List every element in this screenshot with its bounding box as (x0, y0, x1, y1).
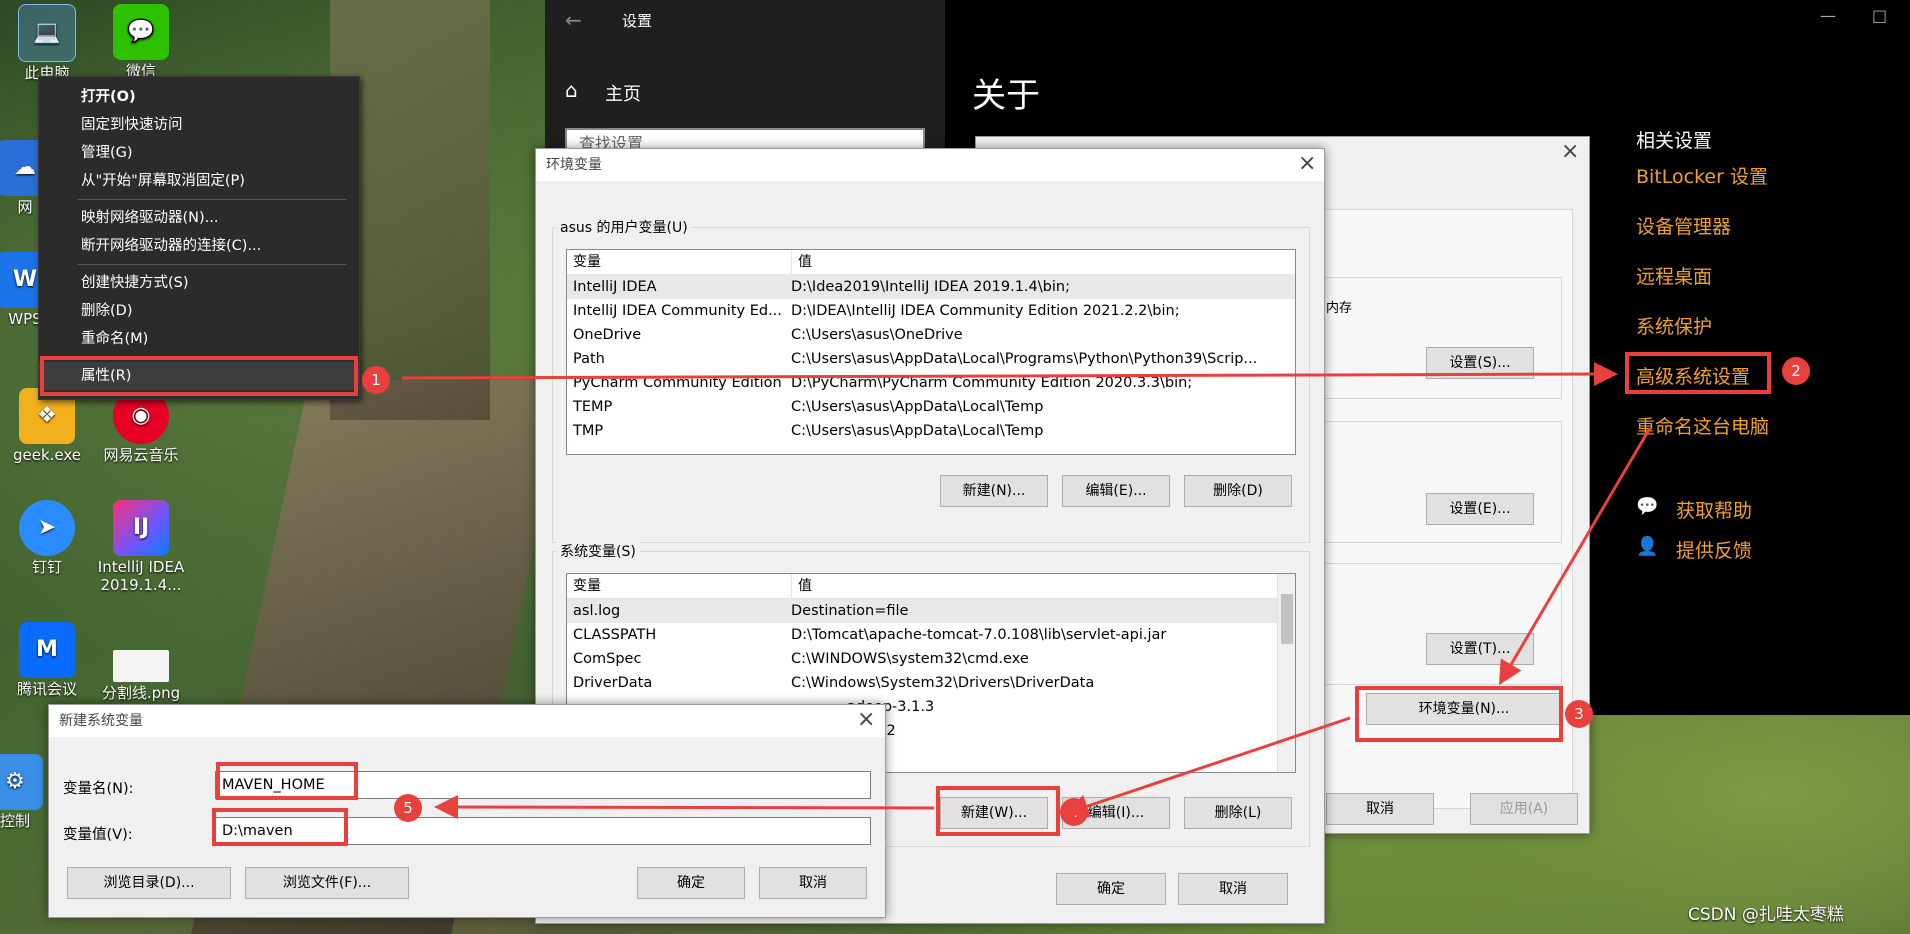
close-icon[interactable]: × (1561, 141, 1579, 163)
performance-settings-button[interactable]: 设置(S)... (1426, 347, 1534, 379)
menu-item-open[interactable]: 打开(O) (39, 83, 359, 111)
link-device-manager[interactable]: 设备管理器 (1636, 212, 1731, 239)
table-row[interactable]: Path C:\Users\asus\AppData\Local\Programs… (567, 347, 1295, 371)
link-feedback[interactable]: 提供反馈 (1676, 536, 1752, 563)
highlight-properties (40, 356, 358, 396)
step-badge-5: 5 (394, 794, 422, 822)
desktop-icon-wechat[interactable]: 💬 微信 (96, 4, 186, 80)
table-row[interactable]: OneDrive C:\Users\asus\OneDrive (567, 323, 1295, 347)
computer-icon: 💻 (18, 4, 76, 62)
user-new-button[interactable]: 新建(N)... (940, 475, 1048, 507)
user-vars-label: asus 的用户变量(U) (556, 217, 692, 237)
step-badge-2: 2 (1782, 357, 1810, 385)
wechat-icon: 💬 (113, 4, 169, 60)
menu-item-disconnect-drive[interactable]: 断开网络驱动器的连接(C)... (39, 232, 359, 260)
new-var-ok-button[interactable]: 确定 (637, 867, 745, 899)
close-icon[interactable]: × (1298, 153, 1316, 175)
user-vars-table[interactable]: 变量 值 IntelliJ IDEA D:\Idea2019\IntelliJ I… (566, 249, 1296, 455)
back-arrow-icon[interactable]: ← (565, 8, 582, 32)
menu-item-rename[interactable]: 重命名(M) (39, 325, 359, 353)
link-rename-pc[interactable]: 重命名这台电脑 (1636, 412, 1769, 439)
env-ok-button[interactable]: 确定 (1056, 873, 1166, 905)
memory-label: 内存 (1326, 301, 1353, 316)
highlight-var-value (212, 808, 348, 846)
table-row[interactable]: asl.log Destination=file (567, 599, 1295, 623)
table-row[interactable]: DriverData C:\Windows\System32\Drivers\Dr… (567, 671, 1295, 695)
link-get-help[interactable]: 获取帮助 (1676, 496, 1752, 523)
step-badge-1: 1 (362, 366, 390, 394)
menu-item-pin-quick-access[interactable]: 固定到快速访问 (39, 111, 359, 139)
settings-title: 设置 (622, 12, 653, 30)
user-delete-button[interactable]: 删除(D) (1184, 475, 1292, 507)
page-title: 关于 (972, 76, 1040, 116)
home-icon: ⌂ (565, 78, 578, 102)
browse-file-button[interactable]: 浏览文件(F)... (245, 867, 409, 899)
startup-settings-button[interactable]: 设置(T)... (1426, 633, 1534, 665)
help-icon: 💬 (1636, 496, 1659, 517)
profiles-settings-button[interactable]: 设置(E)... (1426, 493, 1534, 525)
new-var-dialog-title: 新建系统变量 (49, 705, 885, 737)
home-nav-item[interactable]: 主页 (605, 80, 641, 106)
highlight-advanced-settings (1625, 352, 1771, 394)
table-row[interactable]: ComSpec C:\WINDOWS\system32\cmd.exe (567, 647, 1295, 671)
new-var-cancel-button[interactable]: 取消 (759, 867, 867, 899)
watermark: CSDN @扎哇太枣糕 (1688, 905, 1844, 925)
sysprops-cancel-button[interactable]: 取消 (1326, 793, 1434, 825)
browse-directory-button[interactable]: 浏览目录(D)... (67, 867, 231, 899)
table-row[interactable]: CLASSPATH D:\Tomcat\apache-tomcat-7.0.108… (567, 623, 1295, 647)
system-vars-scrollbar[interactable] (1277, 574, 1295, 772)
menu-item-map-drive[interactable]: 映射网络驱动器(N)... (39, 204, 359, 232)
user-edit-button[interactable]: 编辑(E)... (1062, 475, 1170, 507)
link-system-protection[interactable]: 系统保护 (1636, 312, 1712, 339)
link-remote-desktop[interactable]: 远程桌面 (1636, 262, 1712, 289)
step-badge-4: 4 (1060, 798, 1088, 826)
highlight-system-new (936, 786, 1060, 836)
var-name-label: 变量名(N): (63, 781, 134, 797)
menu-item-create-shortcut[interactable]: 创建快捷方式(S) (39, 269, 359, 297)
desktop-icon-dingtalk[interactable]: ➤ 钉钉 (2, 500, 92, 576)
highlight-env-button (1355, 686, 1563, 742)
minimize-icon[interactable]: — (1820, 6, 1836, 25)
intellij-icon: IJ (113, 500, 169, 556)
dingtalk-icon: ➤ (19, 500, 75, 556)
link-bitlocker[interactable]: BitLocker 设置 (1636, 162, 1768, 189)
scrollbar-thumb[interactable] (1281, 594, 1293, 644)
meeting-icon: M (19, 622, 75, 678)
feedback-icon: 👤 (1636, 536, 1659, 557)
context-menu: 打开(O) 固定到快速访问 管理(G) 从"开始"屏幕取消固定(P) 映射网络驱… (38, 76, 360, 400)
desktop-icon-intellij[interactable]: IJ IntelliJ IDEA 2019.1.4... (96, 500, 186, 594)
menu-separator (77, 264, 347, 265)
table-row[interactable]: IntelliJ IDEA D:\Idea2019\IntelliJ IDEA 2… (567, 275, 1295, 299)
menu-item-manage[interactable]: 管理(G) (39, 139, 359, 167)
var-value-label: 变量值(V): (63, 827, 133, 843)
env-dialog-title: 环境变量 (536, 149, 1324, 181)
close-icon[interactable]: × (857, 709, 875, 731)
control-panel-icon: ⚙ (0, 754, 43, 810)
desktop-icon-this-pc[interactable]: 💻 此电脑 (2, 4, 92, 82)
env-cancel-button[interactable]: 取消 (1178, 873, 1288, 905)
highlight-var-name (216, 762, 358, 800)
related-settings-heading: 相关设置 (1636, 130, 1713, 152)
table-header: 变量 值 (567, 250, 1295, 275)
sysprops-apply-button[interactable]: 应用(A) (1470, 793, 1578, 825)
new-system-variable-dialog: 新建系统变量 × 变量名(N): MAVEN_HOME 变量值(V): D:\m… (48, 704, 886, 918)
table-row[interactable]: IntelliJ IDEA Community Ed... D:\IDEA\Int… (567, 299, 1295, 323)
menu-item-delete[interactable]: 删除(D) (39, 297, 359, 325)
maximize-icon[interactable]: □ (1872, 6, 1887, 25)
menu-item-unpin-start[interactable]: 从"开始"屏幕取消固定(P) (39, 167, 359, 195)
desktop-icon-tencent-meeting[interactable]: M 腾讯会议 (2, 622, 92, 698)
table-row[interactable]: PyCharm Community Edition D:\PyCharm\PyCh… (567, 371, 1295, 395)
table-header: 变量 值 (567, 574, 1295, 599)
table-row[interactable]: TMP C:\Users\asus\AppData\Local\Temp (567, 419, 1295, 443)
desktop-icon-divider-png[interactable]: 分割线.png (96, 640, 186, 702)
step-badge-3: 3 (1565, 700, 1593, 728)
image-file-icon (113, 650, 169, 682)
system-delete-button[interactable]: 删除(L) (1184, 797, 1292, 829)
system-vars-label: 系统变量(S) (556, 541, 640, 561)
menu-separator (77, 199, 347, 200)
table-row[interactable]: TEMP C:\Users\asus\AppData\Local\Temp (567, 395, 1295, 419)
